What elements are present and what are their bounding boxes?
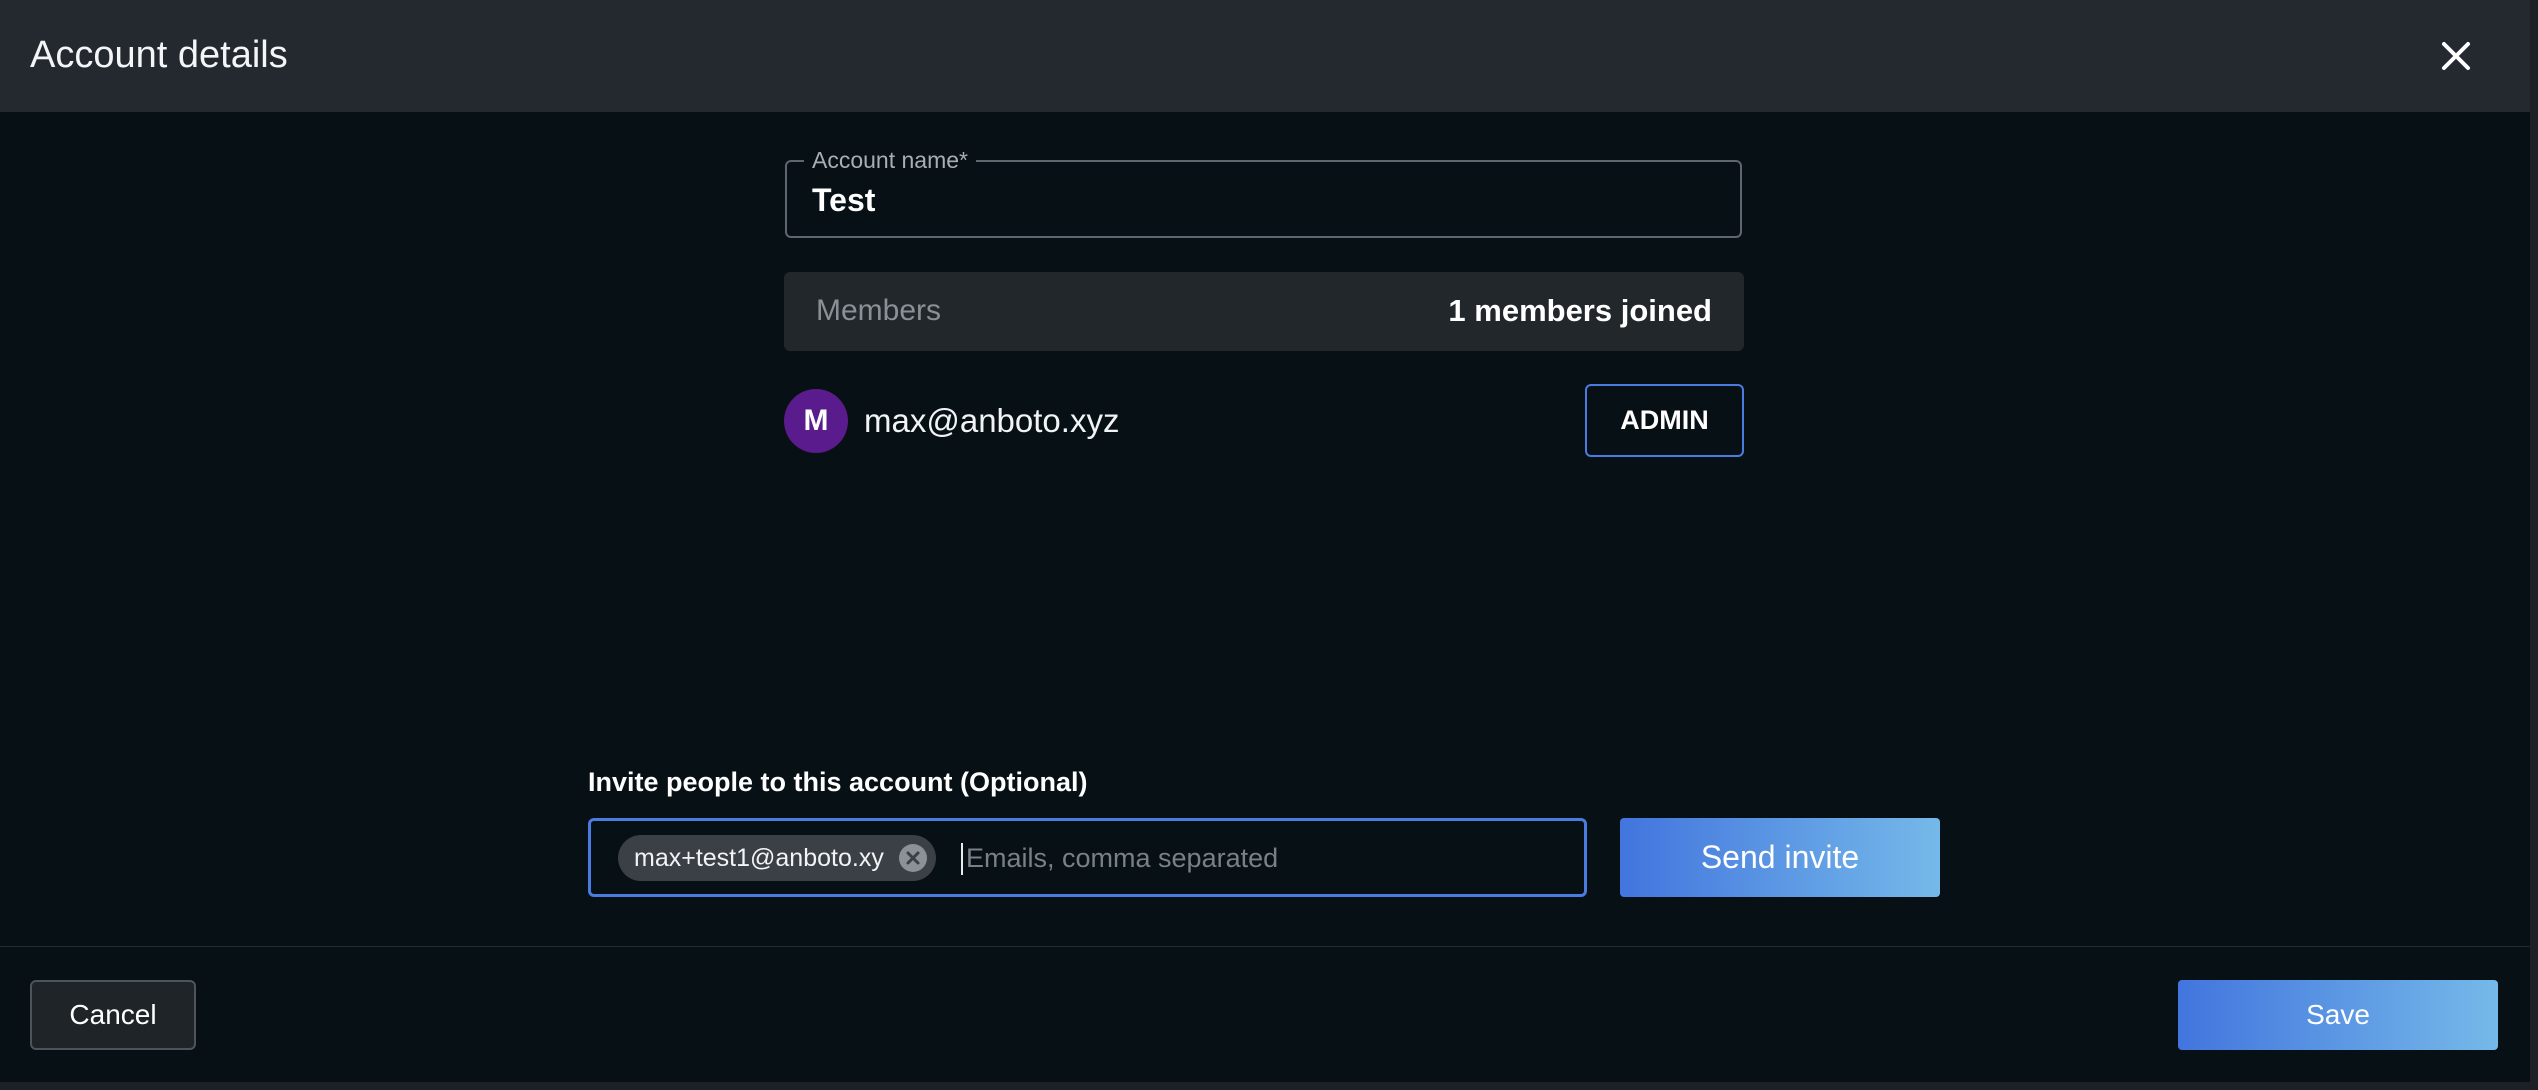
backdrop-edge-bottom bbox=[0, 1082, 2538, 1090]
text-caret bbox=[961, 843, 963, 875]
footer-divider bbox=[0, 946, 2530, 947]
invite-email-input[interactable]: max+test1@anboto.xy Emails, comma separa… bbox=[588, 818, 1587, 897]
send-invite-button[interactable]: Send invite bbox=[1620, 818, 1940, 897]
close-button[interactable] bbox=[2436, 36, 2476, 76]
backdrop-edge-right bbox=[2530, 0, 2538, 1090]
invite-placeholder: Emails, comma separated bbox=[966, 843, 1279, 873]
invite-label: Invite people to this account (Optional) bbox=[588, 767, 1088, 797]
avatar: M bbox=[784, 389, 848, 453]
chip-remove-icon bbox=[906, 851, 920, 865]
account-name-label: Account name* bbox=[804, 146, 976, 174]
account-details-dialog: Account details Account name* Test Membe… bbox=[0, 0, 2530, 1082]
chip-remove-button[interactable] bbox=[898, 844, 927, 872]
members-count: 1 members joined bbox=[1448, 293, 1712, 328]
close-icon bbox=[2442, 42, 2470, 70]
member-role-button[interactable]: ADMIN bbox=[1585, 384, 1744, 457]
email-chip-label: max+test1@anboto.xy bbox=[634, 844, 884, 872]
members-label: Members bbox=[816, 294, 942, 327]
member-email: max@anboto.xyz bbox=[864, 402, 1120, 439]
cancel-button[interactable]: Cancel bbox=[30, 980, 196, 1050]
dialog-title: Account details bbox=[30, 34, 288, 76]
save-button[interactable]: Save bbox=[2178, 980, 2498, 1050]
email-chip: max+test1@anboto.xy bbox=[618, 835, 936, 881]
members-header: Members 1 members joined bbox=[784, 272, 1744, 351]
dialog-header: Account details bbox=[0, 0, 2530, 112]
account-name-value[interactable]: Test bbox=[812, 181, 875, 219]
